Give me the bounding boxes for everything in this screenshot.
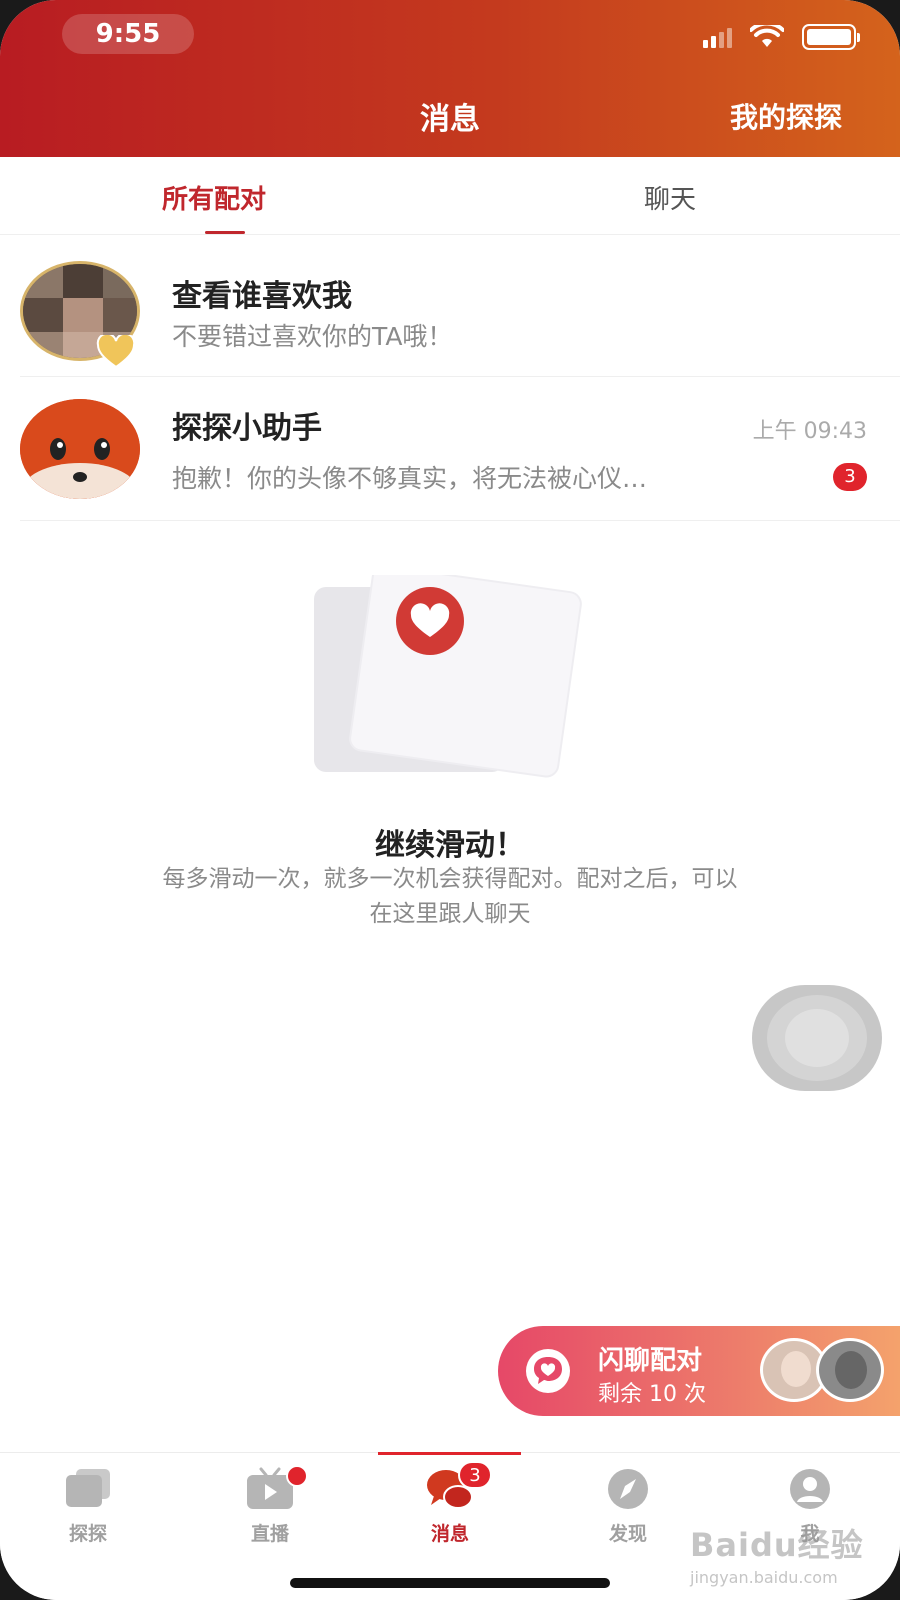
- baidu-watermark: Baidu经验 jingyan.baidu.com: [690, 1520, 864, 1587]
- nav-item-live[interactable]: 直播: [220, 1465, 320, 1546]
- assistive-core: [785, 1009, 849, 1067]
- tab-bar: 所有配对 聊天: [0, 157, 900, 235]
- chat-heart-icon: [526, 1349, 570, 1393]
- row-title: 查看谁喜欢我: [172, 279, 352, 314]
- row-title: 探探小助手: [172, 411, 322, 446]
- cards-icon: [66, 1469, 110, 1507]
- row-subtitle: 抱歉！你的头像不够真实，将无法被心仪…: [172, 464, 648, 493]
- avatar: [816, 1338, 884, 1402]
- row-subtitle: 不要错过喜欢你的TA哦！: [172, 322, 453, 351]
- assistive-touch-button[interactable]: [752, 985, 882, 1091]
- tab-chat[interactable]: 聊天: [644, 179, 696, 216]
- gold-heart-icon: [96, 335, 136, 369]
- live-notification-dot: [286, 1465, 308, 1487]
- wifi-icon: [750, 25, 784, 47]
- status-icons: [703, 24, 860, 50]
- cards-heart-illustration: [314, 575, 582, 778]
- messages-count-badge: 3: [458, 1461, 492, 1489]
- empty-state-title: 继续滑动！: [375, 828, 525, 863]
- nav-item-messages[interactable]: 3 消息: [400, 1461, 500, 1546]
- watermark-url: jingyan.baidu.com: [690, 1568, 838, 1587]
- list-item-assistant[interactable]: 探探小助手 上午 09:43 抱歉！你的头像不够真实，将无法被心仪… 3: [0, 377, 900, 521]
- nav-item-tantan[interactable]: 探探: [38, 1467, 138, 1546]
- nav-label: 发现: [608, 1523, 647, 1545]
- fox-mascot-icon: [20, 399, 140, 499]
- flash-chat-title: 闪聊配对: [598, 1346, 703, 1376]
- app-header: 9:55 消息 我的探探: [0, 0, 900, 157]
- person-icon: [790, 1469, 830, 1509]
- phone-screen: 9:55 消息 我的探探 所有配对 聊天 查看谁喜欢我 不要错过喜欢你的TA哦！…: [0, 0, 900, 1600]
- nav-item-discover[interactable]: 发现: [578, 1467, 678, 1546]
- flash-chat-match-button[interactable]: 闪聊配对 剩余 10 次: [498, 1326, 900, 1416]
- empty-state-description: 每多滑动一次，就多一次机会获得配对。配对之后，可以 在这里跟人聊天: [80, 862, 820, 932]
- tab-active-indicator: [205, 231, 245, 234]
- cellular-signal-icon: [703, 26, 732, 48]
- nav-active-indicator: [378, 1452, 521, 1455]
- my-tantan-link[interactable]: 我的探探: [730, 96, 842, 136]
- tab-all-matches[interactable]: 所有配对: [162, 179, 266, 216]
- nav-label: 消息: [430, 1523, 469, 1545]
- nav-label: 探探: [68, 1523, 107, 1545]
- list-item-who-likes-me[interactable]: 查看谁喜欢我 不要错过喜欢你的TA哦！: [0, 235, 900, 377]
- home-indicator[interactable]: [290, 1578, 610, 1588]
- compass-icon: [608, 1469, 648, 1509]
- nav-label: 直播: [250, 1523, 289, 1545]
- battery-icon: [802, 24, 860, 50]
- empty-state-line-2: 在这里跟人聊天: [369, 901, 531, 927]
- divider: [20, 520, 900, 521]
- page-title: 消息: [420, 102, 480, 137]
- empty-state-line-1: 每多滑动一次，就多一次机会获得配对。配对之后，可以: [162, 866, 738, 892]
- status-time: 9:55: [62, 14, 194, 54]
- message-time: 上午 09:43: [752, 419, 867, 444]
- watermark-brand: Baidu经验: [690, 1526, 864, 1564]
- fox-mascot-avatar: [20, 399, 140, 499]
- flash-chat-remaining: 剩余 10 次: [598, 1382, 706, 1407]
- unread-count-badge: 3: [833, 463, 867, 491]
